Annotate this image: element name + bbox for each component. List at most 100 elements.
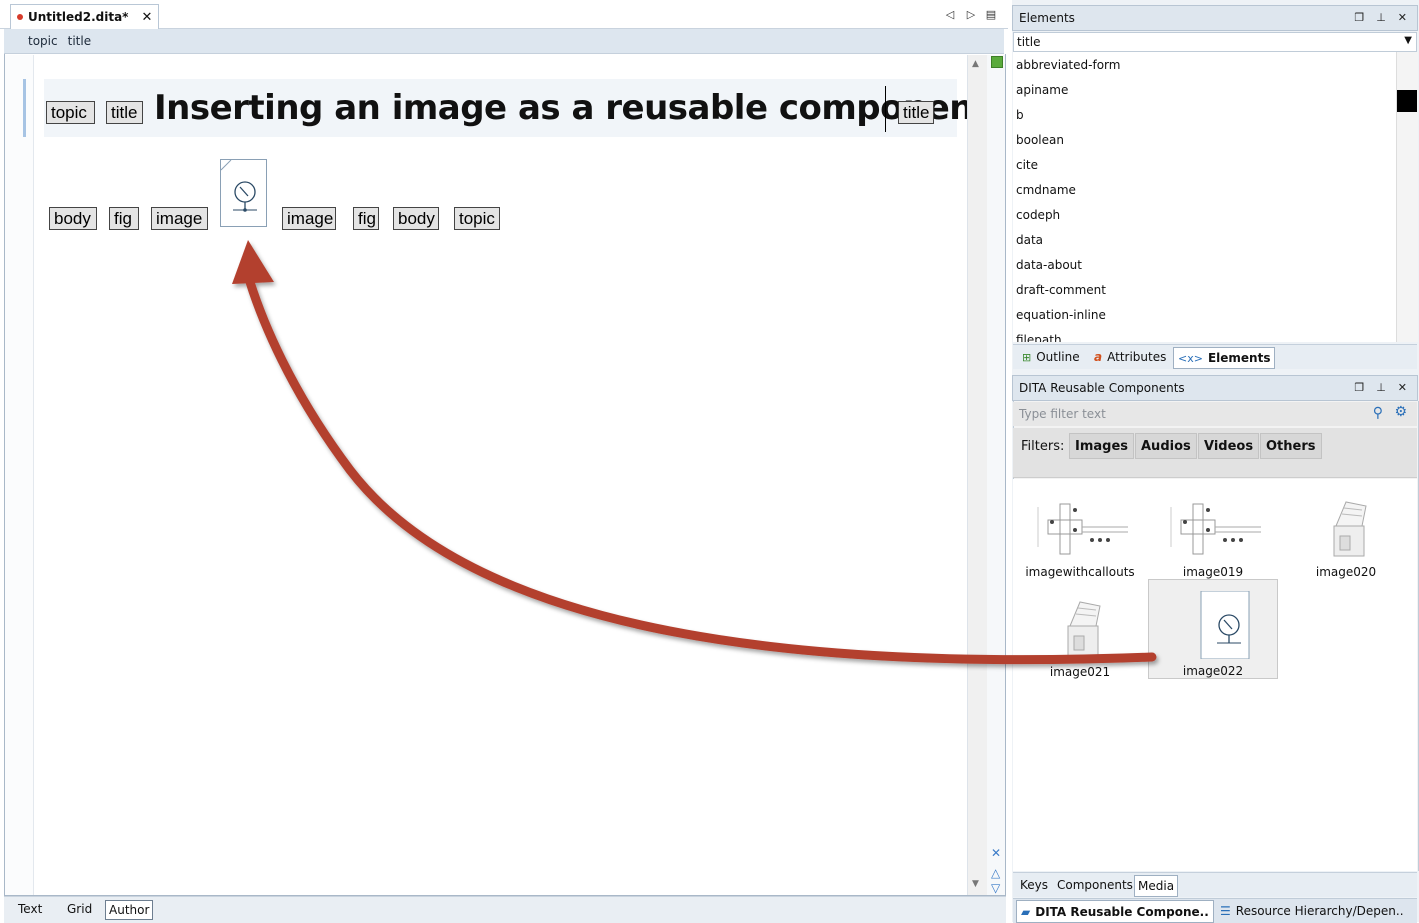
elements-panel-header: Elements ❐ ⊥ ✕ [1012,5,1418,31]
media-item-label: image022 [1182,664,1244,678]
image-placeholder[interactable] [220,159,267,227]
elements-panel-title: Elements [1019,11,1075,25]
callouts-diagram-thumbnail [1030,492,1130,560]
tab-dita-reusable-components[interactable]: ▰ DITA Reusable Compone.. [1016,900,1214,923]
tab-dita-reusable-components-label: DITA Reusable Compone.. [1035,904,1209,919]
tab-attributes-label: Attributes [1107,350,1167,364]
previous-marker-icon[interactable]: △ [991,866,1000,880]
tab-keys[interactable]: Keys [1017,875,1051,895]
filter-videos-button[interactable]: Videos [1198,433,1260,459]
body-close-tag[interactable]: body [393,207,439,230]
media-item-label: image021 [1049,665,1111,679]
elements-context-select[interactable]: title ▼ [1013,32,1417,52]
list-item[interactable]: b [1013,102,1396,127]
chevron-down-icon[interactable]: ▼ [1404,35,1412,46]
elements-list[interactable]: abbreviated-form apiname b boolean cite … [1013,52,1396,342]
tab-outline[interactable]: ⊞ Outline [1018,347,1084,367]
breadcrumb: topic title [4,29,1004,54]
breadcrumb-item-topic[interactable]: topic [28,34,58,48]
annotation-strip [987,55,1005,895]
filter-placeholder: Type filter text [1019,407,1106,421]
list-item[interactable]: data-about [1013,252,1396,277]
components-panel-header: DITA Reusable Components ❐ ⊥ ✕ [1012,375,1418,401]
tab-elements-label: Elements [1207,351,1271,365]
machine-thumbnail [1296,492,1396,560]
list-item[interactable]: filepath [1013,327,1396,343]
components-view-icon: ▰ [1021,904,1031,919]
editor-vertical-scrollbar[interactable]: ▲ ▼ [967,55,988,895]
tab-attributes[interactable]: a Attributes [1090,347,1170,367]
settings-gear-icon[interactable]: ⚙ [1394,404,1407,420]
pin-icon[interactable]: ⊥ [1376,381,1386,394]
media-item-image021[interactable]: image021 [1015,583,1145,679]
machine-thumbnail [1030,592,1130,660]
next-marker-icon[interactable]: ▽ [991,881,1000,895]
breadcrumb-item-title[interactable]: title [68,34,91,48]
media-item-image020[interactable]: image020 [1281,483,1411,579]
media-item-imagewithcallouts[interactable]: imagewithcallouts [1015,483,1145,579]
modified-indicator [17,14,23,20]
elements-scroll-thumb[interactable] [1397,90,1417,112]
close-icon[interactable]: ✕ [1398,381,1407,394]
diagram-thumbnail [1163,492,1263,560]
document-status-indicator[interactable] [991,56,1003,68]
mode-tab-grid[interactable]: Grid [64,900,95,918]
author-editor[interactable] [4,54,1006,896]
tab-list-icon[interactable]: ▤ [984,6,998,22]
scroll-up-icon[interactable]: ▲ [972,59,979,69]
list-item[interactable]: cmdname [1013,177,1396,202]
mode-tab-author[interactable]: Author [105,900,154,920]
image-close-tag[interactable]: image [282,207,336,230]
restore-icon[interactable]: ❐ [1354,11,1364,24]
list-item[interactable]: abbreviated-form [1013,52,1396,77]
elements-context-value: title [1017,35,1041,49]
media-item-label: image019 [1182,565,1244,579]
fig-close-tag[interactable]: fig [353,207,379,230]
title-close-tag[interactable]: title [898,101,934,124]
tab-components[interactable]: Components [1054,875,1136,895]
search-icon[interactable]: ⚲ [1373,405,1383,421]
close-search-icon[interactable]: ✕ [991,846,1001,860]
previous-tab-icon[interactable]: ◁ [943,6,957,22]
topic-close-tag[interactable]: topic [454,207,500,230]
tab-elements[interactable]: <x> Elements [1173,347,1276,369]
image-placeholder-icon [220,159,257,212]
list-item[interactable]: cite [1013,152,1396,177]
list-item[interactable]: draft-comment [1013,277,1396,302]
filters-label: Filters: [1021,439,1065,454]
list-item[interactable]: codeph [1013,202,1396,227]
media-item-image022[interactable]: image022 [1148,579,1278,679]
image-open-tag[interactable]: image [151,207,208,230]
attributes-icon: a [1094,350,1103,364]
list-item[interactable]: boolean [1013,127,1396,152]
list-item[interactable]: equation-inline [1013,302,1396,327]
editor-tab[interactable]: Untitled2.dita* ✕ [10,4,160,29]
tab-resource-hierarchy[interactable]: ☰ Resource Hierarchy/Depen.. [1216,900,1408,921]
document-title[interactable]: Inserting an image as a reusable compone… [154,88,989,128]
close-icon[interactable]: ✕ [141,10,152,25]
next-tab-icon[interactable]: ▷ [964,6,978,22]
list-item[interactable]: data [1013,227,1396,252]
scroll-down-icon[interactable]: ▼ [972,879,979,889]
filter-images-button[interactable]: Images [1069,433,1135,459]
filter-input[interactable]: Type filter text ⚲ ⚙ [1013,402,1417,426]
tab-resource-hierarchy-label: Resource Hierarchy/Depen.. [1235,903,1404,918]
fig-open-tag[interactable]: fig [109,207,139,230]
list-item[interactable]: apiname [1013,77,1396,102]
media-item-image019[interactable]: image019 [1148,483,1278,579]
topic-open-tag[interactable]: topic [46,101,95,124]
title-open-tag[interactable]: title [106,101,143,124]
tab-media[interactable]: Media [1134,875,1179,897]
filter-others-button[interactable]: Others [1260,433,1322,459]
hierarchy-icon: ☰ [1220,903,1231,918]
body-open-tag[interactable]: body [49,207,97,230]
text-caret [885,86,886,132]
image-placeholder-thumbnail [1163,590,1263,660]
tab-outline-label: Outline [1036,350,1080,364]
pin-icon[interactable]: ⊥ [1376,11,1386,24]
filter-audios-button[interactable]: Audios [1135,433,1197,459]
mode-tab-text[interactable]: Text [15,900,45,918]
close-icon[interactable]: ✕ [1398,11,1407,24]
restore-icon[interactable]: ❐ [1354,381,1364,394]
components-panel-title: DITA Reusable Components [1019,381,1185,395]
